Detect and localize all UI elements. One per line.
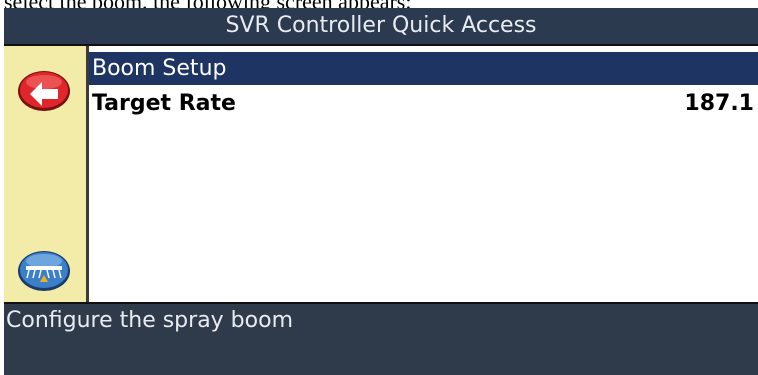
back-button[interactable]: [12, 68, 76, 114]
help-text: Configure the spray boom: [6, 308, 293, 333]
page: select the boom, the following screen ap…: [0, 0, 758, 375]
sidebar: [4, 46, 89, 302]
menu-list: Boom Setup Target Rate 187.1: [89, 46, 758, 302]
menu-item-boom-setup[interactable]: Boom Setup: [89, 52, 758, 85]
help-status-bar: Configure the spray boom: [4, 302, 758, 375]
menu-item-label: Boom Setup: [92, 56, 227, 81]
target-rate-value: 187.1: [684, 91, 754, 116]
sprayer-boom-icon: [18, 251, 70, 291]
menu-item-label: Target Rate: [92, 91, 236, 116]
sprayer-boom-button[interactable]: [12, 248, 76, 294]
window-title: SVR Controller Quick Access: [4, 8, 758, 46]
menu-item-target-rate[interactable]: Target Rate 187.1: [89, 87, 758, 120]
back-arrow-icon: [18, 71, 70, 111]
controller-screen: SVR Controller Quick Access Boom Setup T…: [4, 8, 758, 375]
